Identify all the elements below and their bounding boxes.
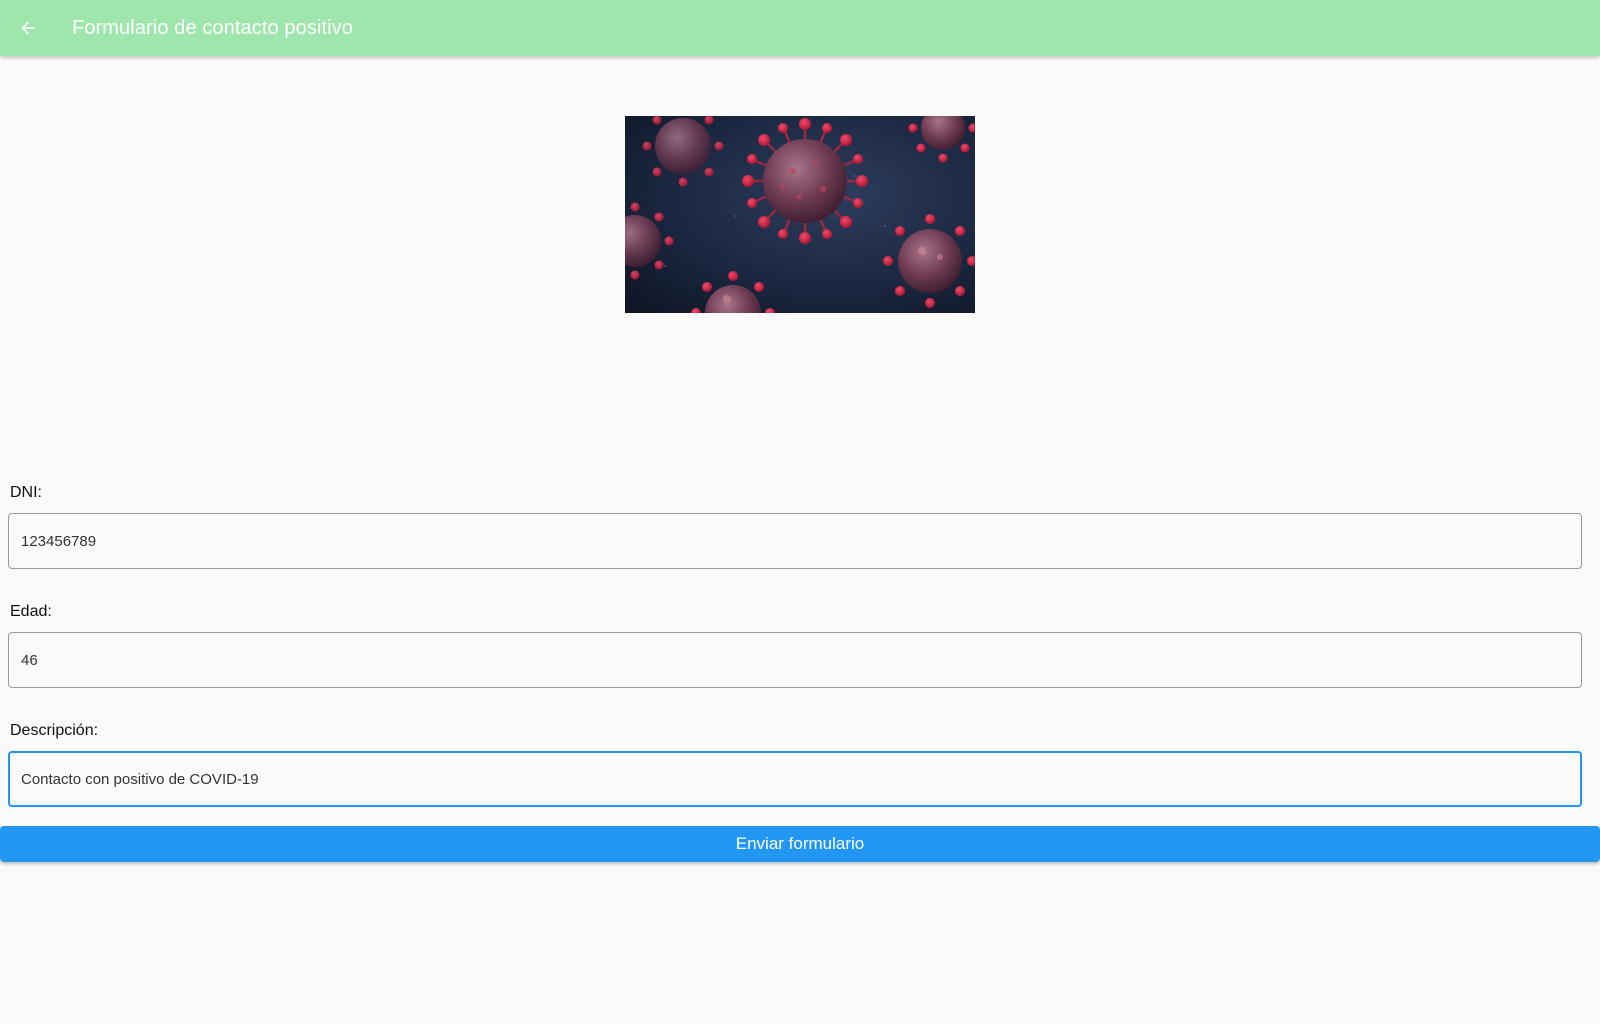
submit-button[interactable]: Enviar formulario <box>0 826 1600 862</box>
dni-label: DNI: <box>10 484 42 501</box>
page-title: Formulario de contacto positivo <box>72 16 354 39</box>
hero-image <box>625 116 975 313</box>
back-button[interactable] <box>0 0 56 56</box>
descripcion-label: Descripción: <box>10 722 99 739</box>
dni-field[interactable] <box>8 513 1582 569</box>
app-bar: Formulario de contacto positivo <box>0 0 1600 56</box>
edad-label: Edad: <box>10 603 52 620</box>
coronavirus-illustration <box>625 116 975 313</box>
edad-field[interactable] <box>8 632 1582 688</box>
descripcion-field[interactable] <box>8 751 1582 807</box>
arrow-back-icon <box>21 21 35 35</box>
